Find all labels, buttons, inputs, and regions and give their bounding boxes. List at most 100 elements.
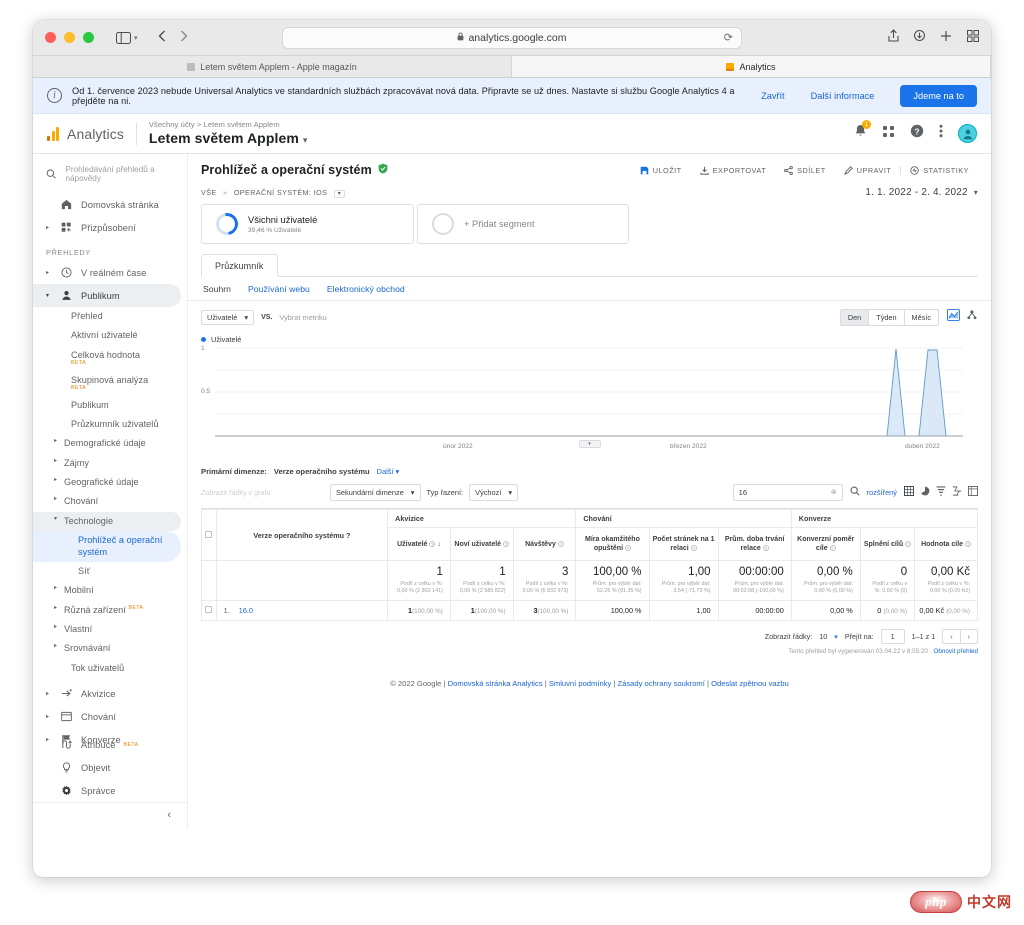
property-name[interactable]: Letem světem Applem ▾: [149, 130, 308, 146]
export-button[interactable]: EXPORTOVAT: [691, 166, 776, 175]
help-icon[interactable]: ?: [690, 545, 697, 552]
sort-type-select[interactable]: Výchozí ▾: [469, 483, 519, 501]
help-icon[interactable]: ?: [910, 124, 924, 143]
sidebar-item-mobile[interactable]: ▸ Mobilní: [33, 581, 187, 600]
row-checkbox[interactable]: [205, 606, 213, 614]
granularity-day[interactable]: Den: [840, 309, 870, 325]
browser-tab-site[interactable]: Letem světem Applem - Apple magazín: [33, 56, 512, 77]
col-bounce-rate[interactable]: Míra okamžitého opuštění?: [575, 526, 650, 562]
sidebar-toggle-button[interactable]: ▾: [116, 31, 138, 44]
chevron-down-icon[interactable]: ▾: [333, 190, 346, 198]
help-icon[interactable]: ?: [965, 540, 972, 547]
banner-close-link[interactable]: Zavřít: [761, 91, 784, 101]
footer-link-terms[interactable]: Smluvní podmínky: [549, 679, 611, 688]
sidebar-item-realtime[interactable]: ▸ V reálném čase: [33, 261, 187, 284]
sidebar-item-custom[interactable]: ▸ Vlastní: [33, 620, 187, 639]
sidebar-item-interests[interactable]: ▸ Zájmy: [33, 454, 187, 473]
edit-button[interactable]: UPRAVIT: [835, 166, 901, 175]
sidebar-item-cohort-analysis[interactable]: Skupinová analýza BETA: [33, 371, 187, 396]
banner-more-info-link[interactable]: Další informace: [811, 91, 875, 101]
table-right-controls[interactable]: 16 ⊗ rozšířený: [732, 483, 978, 501]
nav-buttons[interactable]: [158, 29, 188, 47]
sidebar-item-benchmarking[interactable]: ▸ Srovnávání: [33, 639, 187, 658]
new-tab-button[interactable]: [940, 29, 952, 47]
help-icon[interactable]: ?: [625, 545, 632, 552]
view-type-toggle[interactable]: [904, 483, 978, 501]
header-actions[interactable]: 1 ?: [854, 120, 977, 143]
chart-controls[interactable]: Uživatelé ▾ VS. Vybrat metriku Den Týden…: [201, 308, 978, 326]
subtab-summary[interactable]: Souhrn: [203, 284, 231, 294]
comparison-view-icon[interactable]: [952, 483, 962, 501]
row-dimension-cell[interactable]: 1. 16.0: [215, 600, 389, 622]
refresh-report-link[interactable]: Obnovit přehled: [934, 648, 978, 655]
sidebar-item-overview[interactable]: Přehled: [33, 307, 187, 326]
chevron-down-icon[interactable]: ▾: [834, 632, 838, 641]
sidebar-item-customization[interactable]: ▸ Přizpůsobení: [33, 216, 187, 239]
row-checkbox-cell[interactable]: [201, 600, 217, 622]
col-users[interactable]: Uživatelé? ↓: [387, 526, 451, 562]
sidebar-item-admin[interactable]: Správce: [33, 779, 187, 802]
avatar[interactable]: [958, 124, 977, 143]
sidebar-item-attribution[interactable]: Atribuce BETA: [33, 733, 187, 756]
sidebar-item-demographics[interactable]: ▸ Demografické údaje: [33, 434, 187, 453]
pie-view-icon[interactable]: [920, 483, 930, 501]
table-controls[interactable]: Zobrazit řádky v grafu Sekundární dimenz…: [188, 483, 991, 508]
analytics-logo[interactable]: Analytics: [47, 126, 124, 142]
prev-page-button[interactable]: ‹: [943, 630, 961, 644]
sidebar-item-acquisition[interactable]: ▸ Akvizice: [33, 682, 187, 705]
apps-grid-icon[interactable]: [882, 125, 895, 143]
sidebar-item-audiences[interactable]: Publikum: [33, 396, 187, 415]
tab-overview-button[interactable]: [967, 29, 979, 47]
granularity-week[interactable]: Týden: [869, 309, 905, 325]
window-controls[interactable]: [45, 32, 94, 43]
toolbar-right[interactable]: [888, 28, 979, 47]
clear-icon[interactable]: ⊗: [831, 488, 837, 496]
insights-button[interactable]: STATISTIKY: [900, 165, 978, 175]
close-window-button[interactable]: [45, 32, 56, 43]
subtab-site-usage[interactable]: Používání webu: [248, 284, 310, 294]
sidebar-item-discover[interactable]: Objevit: [33, 756, 187, 779]
sidebar-item-users-flow[interactable]: Tok uživatelů: [33, 659, 187, 678]
help-icon[interactable]: ?: [429, 540, 436, 547]
dimension-header[interactable]: Verze operačního systému ?: [215, 508, 389, 562]
chart-right-controls[interactable]: Den Týden Měsíc: [839, 308, 978, 326]
minimize-window-button[interactable]: [64, 32, 75, 43]
col-pages-per-session[interactable]: Počet stránek na 1 relaci?: [648, 526, 719, 562]
subtab-ecommerce[interactable]: Elektronický obchod: [327, 284, 405, 294]
col-new-users[interactable]: Noví uživatelé?: [449, 526, 514, 562]
rows-per-page-value[interactable]: 10: [819, 632, 827, 641]
secondary-dimension-button[interactable]: Sekundární dimenze ▾: [330, 483, 421, 501]
footer-link-feedback[interactable]: Odeslat zpětnou vazbu: [711, 679, 789, 688]
col-avg-session-duration[interactable]: Prům. doba trvání relace?: [717, 526, 792, 562]
help-icon[interactable]: ?: [829, 545, 836, 552]
share-button[interactable]: SDÍLET: [775, 165, 835, 175]
select-metric-button[interactable]: Vybrat metriku: [279, 313, 326, 322]
sidebar-item-active-users[interactable]: Aktivní uživatelé: [33, 326, 187, 345]
table-search-input[interactable]: 16 ⊗: [732, 483, 843, 501]
footer-link-home[interactable]: Domovská stránka Analytics: [448, 679, 543, 688]
report-tabs[interactable]: Průzkumník: [201, 253, 978, 277]
select-all-checkbox[interactable]: [205, 530, 213, 538]
table-row[interactable]: 1. 16.0 1(100,00 %) 1(100,00 %) 3(100,00…: [201, 600, 978, 622]
sidebar-item-technology[interactable]: ▾ Technologie: [33, 511, 181, 532]
footer-link-privacy[interactable]: Zásady ochrany soukromí: [618, 679, 705, 688]
tab-strip[interactable]: Letem světem Applem - Apple magazín Anal…: [33, 56, 991, 78]
sidebar-item-behavior-group[interactable]: ▸ Chování: [33, 705, 187, 728]
report-subtabs[interactable]: Souhrn Používání webu Elektronický obcho…: [188, 277, 991, 301]
sidebar-item-audience[interactable]: ▾ Publikum: [33, 284, 181, 307]
date-range-picker[interactable]: 1. 1. 2022 - 2. 4. 2022 ▾: [865, 187, 978, 198]
forward-button[interactable]: [180, 29, 188, 47]
sidebar-item-cross-device[interactable]: ▸ Různá zařízení BETA: [33, 601, 187, 620]
add-segment-button[interactable]: + Přidat segment: [417, 204, 629, 244]
scatter-chart-icon[interactable]: [966, 308, 978, 326]
notifications-button[interactable]: 1: [854, 120, 871, 143]
help-icon[interactable]: ?: [346, 531, 350, 540]
tab-explorer[interactable]: Průzkumník: [201, 254, 278, 277]
goto-input[interactable]: 1: [880, 629, 905, 645]
granularity-toggle[interactable]: Den Týden Měsíc: [839, 308, 939, 326]
advanced-filter-link[interactable]: rozšířený: [867, 488, 897, 497]
chart-type-toggle[interactable]: [947, 308, 978, 326]
performance-view-icon[interactable]: [936, 483, 946, 501]
table-view-icon[interactable]: [904, 483, 914, 501]
share-icon[interactable]: [888, 28, 899, 47]
